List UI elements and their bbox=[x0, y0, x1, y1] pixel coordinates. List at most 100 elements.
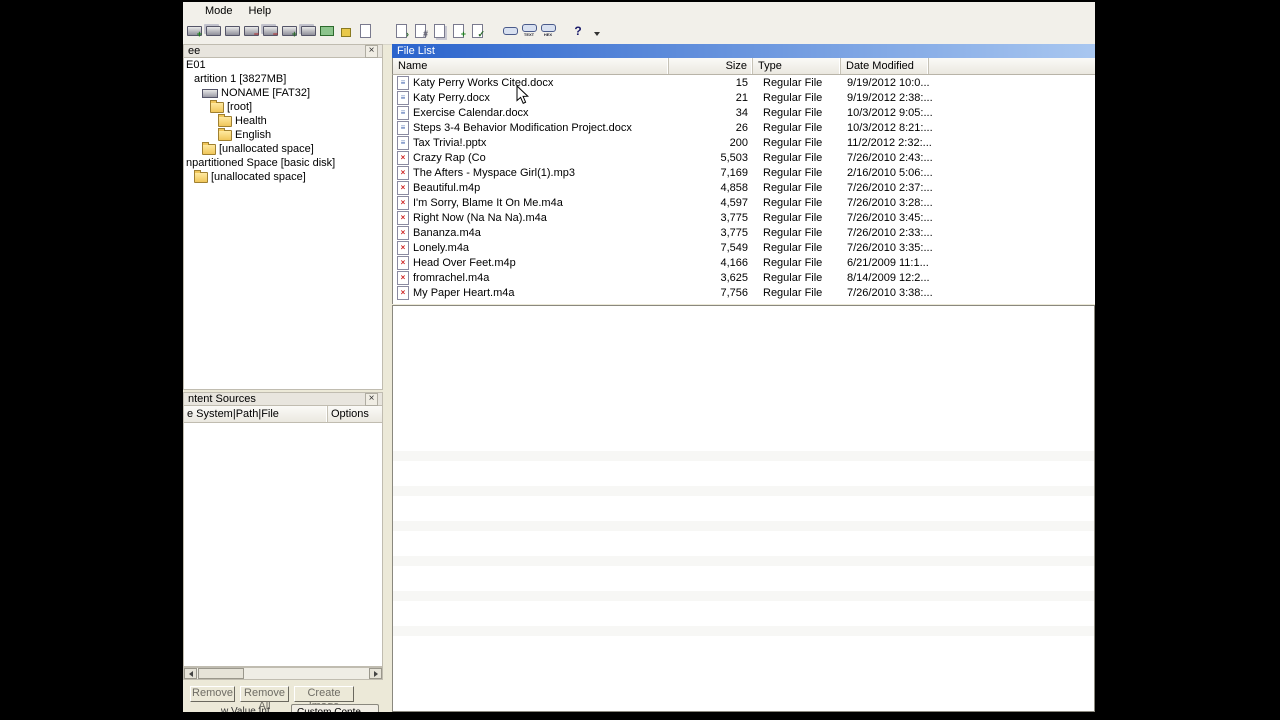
content-sources-hscrollbar[interactable] bbox=[183, 667, 383, 680]
create-image-button[interactable]: Create Image bbox=[294, 686, 354, 712]
capture-memory-icon[interactable] bbox=[318, 21, 336, 40]
hex-view-icon[interactable]: HEX bbox=[539, 21, 557, 40]
file-size: 7,549 bbox=[720, 241, 748, 254]
tree-item-label: [unallocated space] bbox=[211, 171, 306, 183]
detect-efs-encryption-icon[interactable] bbox=[356, 21, 374, 40]
folder-icon bbox=[218, 127, 232, 141]
tree-item[interactable]: [root] bbox=[184, 99, 382, 114]
file-row[interactable]: × Right Now (Na Na Na).m4a 3,775 Regular Fi… bbox=[393, 210, 1095, 225]
file-name-cell: ≡ Steps 3-4 Behavior Modification Project… bbox=[393, 120, 669, 135]
file-name: Right Now (Na Na Na).m4a bbox=[413, 211, 547, 224]
document-icon: ≡ bbox=[400, 92, 406, 102]
content-sources-buttons: Remove Remove AllCreate Image bbox=[183, 686, 383, 712]
auto-view-icon[interactable] bbox=[501, 21, 519, 40]
create-disk-image-icon[interactable]: + bbox=[280, 21, 298, 40]
bottom-tab-custom-conte[interactable]: Custom Conte bbox=[291, 704, 379, 712]
export-directory-listing-icon[interactable] bbox=[430, 21, 448, 40]
column-header-date-modified[interactable]: Date Modified bbox=[841, 58, 929, 74]
export-file-hash-list-icon[interactable]: # bbox=[411, 21, 429, 40]
file-row[interactable]: × Head Over Feet.m4p 4,166 Regular File 6/21… bbox=[393, 255, 1095, 270]
file-name: My Paper Heart.m4a bbox=[413, 286, 515, 299]
add-evidence-item-icon[interactable]: + bbox=[185, 21, 203, 40]
file-row[interactable]: × Crazy Rap (Co 5,503 Regular File 7/26/2010… bbox=[393, 150, 1095, 165]
tree-item[interactable]: [unallocated space] bbox=[184, 141, 382, 156]
text-view-icon[interactable]: TEXT bbox=[520, 21, 538, 40]
file-row[interactable]: × fromrachel.m4a 3,625 Regular File 8/14/200… bbox=[393, 270, 1095, 285]
scroll-left-icon[interactable] bbox=[184, 668, 197, 679]
remove-all-evidence-items-icon[interactable]: − bbox=[261, 21, 279, 40]
evidence-tree-header[interactable]: ee × bbox=[183, 44, 383, 58]
evidence-tree[interactable]: E01 artition 1 [3827MB] NONAME [FAT32] [roo… bbox=[183, 58, 383, 390]
file-name: Katy Perry Works Cited.docx bbox=[413, 76, 554, 89]
tree-item[interactable]: artition 1 [3827MB] bbox=[184, 72, 382, 86]
file-row[interactable]: × Beautiful.m4p 4,858 Regular File 7/26/2010… bbox=[393, 180, 1095, 195]
custom-content-sources-header[interactable]: ntent Sources × bbox=[183, 392, 383, 406]
add-all-attached-devices-icon[interactable] bbox=[204, 21, 222, 40]
tree-item[interactable]: npartitioned Space [basic disk] bbox=[184, 156, 382, 170]
scrollbar-track[interactable] bbox=[197, 668, 369, 679]
file-row[interactable]: × Bananza.m4a 3,775 Regular File 7/26/2010 2… bbox=[393, 225, 1095, 240]
file-list-caption[interactable]: File List bbox=[392, 44, 1095, 58]
file-name-cell: × Beautiful.m4p bbox=[393, 180, 669, 195]
text-view-icon-label: TEXT bbox=[523, 32, 535, 37]
column-header-size[interactable]: Size bbox=[669, 58, 753, 74]
image-mounting-icon[interactable] bbox=[223, 21, 241, 40]
menu-bar: Mode Help bbox=[183, 2, 1095, 19]
file-row[interactable]: ≡ Katy Perry Works Cited.docx 15 Regular Fi… bbox=[393, 75, 1095, 90]
menu-item-mode[interactable]: Mode bbox=[197, 4, 241, 18]
file-size: 15 bbox=[735, 76, 748, 89]
column-header-type[interactable]: Type bbox=[753, 58, 841, 74]
tree-item[interactable]: Health bbox=[184, 113, 382, 128]
file-row[interactable]: × Lonely.m4a 7,549 Regular File 7/26/2010 3:… bbox=[393, 240, 1095, 255]
deleted-media-icon: × bbox=[400, 242, 406, 252]
toolbar-options-icon[interactable] bbox=[588, 21, 606, 40]
file-size: 4,597 bbox=[720, 196, 748, 209]
evidence-tree-close-icon[interactable]: × bbox=[365, 44, 378, 58]
viewer-band bbox=[393, 626, 1094, 636]
column-header-options[interactable]: Options bbox=[328, 406, 382, 422]
remove-button[interactable]: Remove bbox=[190, 686, 235, 702]
export-disk-image-icon[interactable] bbox=[299, 21, 317, 40]
column-header-file-system-path-file[interactable]: e System|Path|File bbox=[184, 406, 328, 422]
scroll-right-icon[interactable] bbox=[369, 668, 382, 679]
remove-all-button[interactable]: Remove All bbox=[240, 686, 289, 712]
custom-content-sources-title: ntent Sources bbox=[188, 393, 256, 405]
file-row[interactable]: ≡ Exercise Calendar.docx 34 Regular File 10/… bbox=[393, 105, 1095, 120]
document-icon: ≡ bbox=[400, 107, 406, 117]
column-header-filler bbox=[929, 58, 1095, 74]
bottom-tab-w-value-int[interactable]: w Value Int bbox=[221, 706, 270, 712]
column-header-name[interactable]: Name bbox=[393, 58, 669, 74]
export-disk-image-icon-shape bbox=[300, 25, 316, 36]
auto-view-icon-shape bbox=[502, 26, 518, 35]
export-file-hash-list-icon-badge: # bbox=[422, 29, 428, 39]
file-name-cell: × Right Now (Na Na Na).m4a bbox=[393, 210, 669, 225]
file-row[interactable]: × I'm Sorry, Blame It On Me.m4a 4,597 Regul… bbox=[393, 195, 1095, 210]
menu-item-help[interactable]: Help bbox=[241, 4, 280, 18]
scrollbar-thumb[interactable] bbox=[198, 668, 244, 679]
obtain-protected-files-icon[interactable] bbox=[337, 21, 355, 40]
document-icon: ≡ bbox=[400, 137, 406, 147]
file-list[interactable]: ≡ Katy Perry Works Cited.docx 15 Regular Fi… bbox=[392, 75, 1095, 304]
add-to-custom-content-icon[interactable]: + bbox=[449, 21, 467, 40]
tree-item[interactable]: NONAME [FAT32] bbox=[184, 86, 382, 100]
tree-item[interactable]: E01 bbox=[184, 58, 382, 72]
file-name-cell: × My Paper Heart.m4a bbox=[393, 285, 669, 300]
help-icon[interactable]: ? bbox=[569, 21, 587, 40]
file-row[interactable]: × My Paper Heart.m4a 7,756 Regular File 7/26… bbox=[393, 285, 1095, 300]
tree-item-label: NONAME [FAT32] bbox=[221, 87, 311, 99]
custom-content-sources-list[interactable] bbox=[183, 423, 383, 667]
verify-image-icon[interactable]: ✓ bbox=[468, 21, 486, 40]
file-row[interactable]: × The Afters - Myspace Girl(1).mp3 7,169 Re… bbox=[393, 165, 1095, 180]
file-name-cell: × The Afters - Myspace Girl(1).mp3 bbox=[393, 165, 669, 180]
custom-content-sources-close-icon[interactable]: × bbox=[365, 392, 378, 406]
remove-evidence-item-icon[interactable]: − bbox=[242, 21, 260, 40]
file-name: Head Over Feet.m4p bbox=[413, 256, 516, 269]
file-row[interactable]: ≡ Katy Perry.docx 21 Regular File 9/19/2012 … bbox=[393, 90, 1095, 105]
file-row[interactable]: ≡ Steps 3-4 Behavior Modification Project… bbox=[393, 120, 1095, 135]
file-size: 7,169 bbox=[720, 166, 748, 179]
export-files-icon[interactable]: › bbox=[392, 21, 410, 40]
file-date-modified: 9/19/2012 10:0... bbox=[847, 76, 930, 89]
tree-item[interactable]: [unallocated space] bbox=[184, 169, 382, 184]
file-row[interactable]: ≡ Tax Trivia!.pptx 200 Regular File 11/2/201… bbox=[393, 135, 1095, 150]
tree-item[interactable]: English bbox=[184, 127, 382, 142]
